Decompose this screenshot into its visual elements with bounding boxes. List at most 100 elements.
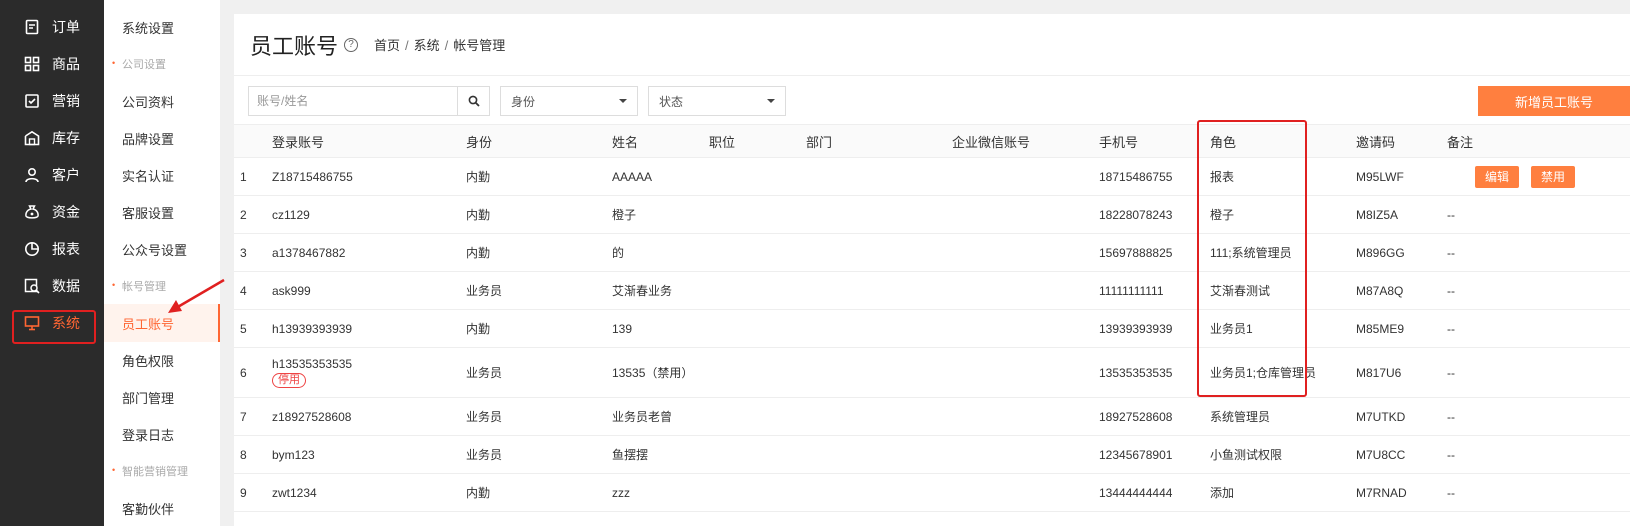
chevron-down-icon <box>619 99 627 103</box>
nav-item-label: 库存 <box>52 130 80 146</box>
nav-item-marketing[interactable]: 营销 <box>0 82 104 120</box>
cell-note: -- <box>1447 365 1455 380</box>
col-note: 备注 <box>1447 134 1474 150</box>
cell-name: 橙子 <box>612 208 637 222</box>
cell-role: 111;系统管理员 <box>1210 246 1292 260</box>
cell-account: h13535353535 停用 <box>272 348 352 397</box>
table-row: 5 h13939393939 内勤 139 13939393939 业务员1 M85ME9 -… <box>234 310 1630 348</box>
status-select[interactable]: 状态 <box>648 86 786 116</box>
col-invite: 邀请码 <box>1356 134 1396 150</box>
nav-item-customers[interactable]: 客户 <box>0 156 104 194</box>
cell-identity: 业务员 <box>466 366 503 380</box>
nav-item-system[interactable]: 系统 <box>0 304 104 342</box>
cell-account: h13939393939 <box>272 321 353 336</box>
nav-item-funds[interactable]: 资金 <box>0 193 104 231</box>
identity-select[interactable]: 身份 <box>500 86 638 116</box>
cell-invite: M95LWF <box>1356 169 1404 184</box>
cell-account: cz1129 <box>272 207 310 222</box>
disabled-tag: 停用 <box>272 373 306 388</box>
nav-item-data[interactable]: 数据 <box>0 267 104 305</box>
data-search-icon <box>24 278 40 294</box>
search-button[interactable] <box>457 87 489 115</box>
sub-item-login-log[interactable]: 登录日志 <box>104 415 220 453</box>
add-staff-button[interactable]: 新增员工账号 <box>1478 86 1630 116</box>
cell-phone: 11111111111 <box>1099 283 1164 298</box>
cell-invite: M8IZ5A <box>1356 207 1399 222</box>
cell-note: -- <box>1447 321 1455 336</box>
table-row: 4 ask999 业务员 艾渐春业务 11111111111 艾渐春测试 M87A8Q -- <box>234 272 1630 310</box>
search-input[interactable] <box>249 87 457 115</box>
table-row: 1 Z18715486755 内勤 AAAAA 18715486755 报表 M95LWF 编… <box>234 158 1630 196</box>
table-row: 2 cz1129 内勤 橙子 18228078243 橙子 M8IZ5A -- <box>234 196 1630 234</box>
cell-phone: 18228078243 <box>1099 207 1173 222</box>
cell-account: ask999 <box>272 283 311 298</box>
table-row: 7 z18927528608 业务员 业务员老曾 18927528608 系统管理员 M7U… <box>234 398 1630 436</box>
nav-item-label: 商品 <box>52 56 80 72</box>
cell-phone: 15697888825 <box>1099 245 1173 260</box>
sub-item-real-name[interactable]: 实名认证 <box>104 156 220 194</box>
cell-index: 2 <box>240 207 247 222</box>
cell-phone: 18927528608 <box>1099 409 1173 424</box>
breadcrumb-system[interactable]: 系统 <box>414 38 440 53</box>
sub-item-partner[interactable]: 客勤伙伴 <box>104 489 220 526</box>
sub-item-role-permission[interactable]: 角色权限 <box>104 341 220 379</box>
sub-item-brand-settings[interactable]: 品牌设置 <box>104 119 220 157</box>
breadcrumb-account-manage[interactable]: 帐号管理 <box>453 38 505 53</box>
nav-item-orders[interactable]: 订单 <box>0 8 104 46</box>
cell-name: 的 <box>612 246 625 260</box>
cell-identity: 内勤 <box>466 170 491 184</box>
cell-index: 3 <box>240 245 247 260</box>
cell-role: 业务员1;仓库管理员 <box>1210 366 1317 380</box>
disable-button[interactable]: 禁用 <box>1531 165 1575 188</box>
identity-select-label: 身份 <box>511 94 536 109</box>
user-icon <box>24 167 40 183</box>
page-header: 员工账号 ? 首页 / 系统 / 帐号管理 <box>234 14 1630 76</box>
col-position: 职位 <box>709 134 736 150</box>
nav-item-label: 系统 <box>52 315 80 331</box>
breadcrumb-home[interactable]: 首页 <box>374 38 400 53</box>
page-title: 员工账号 <box>250 33 339 59</box>
col-wechat: 企业微信账号 <box>952 134 1031 150</box>
cell-phone: 13535353535 <box>1099 365 1173 380</box>
cell-role: 系统管理员 <box>1210 410 1271 424</box>
col-account: 登录账号 <box>272 134 325 150</box>
chevron-down-icon <box>767 99 775 103</box>
nav-item-products[interactable]: 商品 <box>0 45 104 83</box>
nav-item-label: 资金 <box>52 204 80 220</box>
cell-invite: M87A8Q <box>1356 283 1404 298</box>
sub-item-company-info[interactable]: 公司资料 <box>104 82 220 120</box>
cell-invite: M896GG <box>1356 245 1405 260</box>
edit-button[interactable]: 编辑 <box>1475 165 1519 188</box>
nav-item-label: 订单 <box>52 19 80 35</box>
money-bag-icon <box>24 204 40 220</box>
sub-item-dept-manage[interactable]: 部门管理 <box>104 378 220 416</box>
warehouse-icon <box>24 130 40 146</box>
grid-icon <box>24 56 40 72</box>
app-root: 订单 商品 营销 库存 客户 资金 报表 数据 系统 系统设置 • 公司设置 公… <box>0 0 1630 526</box>
cell-identity: 内勤 <box>466 208 491 222</box>
cell-index: 1 <box>240 169 247 184</box>
cell-phone: 12345678901 <box>1099 447 1173 462</box>
sub-item-official-account[interactable]: 公众号设置 <box>104 230 220 268</box>
sub-item-staff-account[interactable]: 员工账号 <box>104 304 220 342</box>
cell-role: 添加 <box>1210 486 1235 500</box>
main-sidebar: 订单 商品 营销 库存 客户 资金 报表 数据 系统 <box>0 0 104 526</box>
cell-role: 小鱼测试权限 <box>1210 448 1283 462</box>
sub-item-system-settings[interactable]: 系统设置 <box>104 8 220 46</box>
cell-account: z18927528608 <box>272 409 352 424</box>
nav-item-inventory[interactable]: 库存 <box>0 119 104 157</box>
cell-invite: M7U8CC <box>1356 447 1406 462</box>
cell-note: -- <box>1447 207 1455 222</box>
sub-group-company: 公司设置 <box>104 52 220 76</box>
cell-note: -- <box>1447 485 1455 500</box>
breadcrumb: 首页 / 系统 / 帐号管理 <box>374 38 506 53</box>
help-icon[interactable]: ? <box>344 37 359 52</box>
staff-table: 登录账号 身份 姓名 职位 部门 企业微信账号 手机号 角色 邀请码 备注 1 Z… <box>234 124 1630 512</box>
table-row: 3 a1378467882 内勤 的 15697888825 111;系统管理员 M896G… <box>234 234 1630 272</box>
nav-item-reports[interactable]: 报表 <box>0 230 104 268</box>
main-content: 员工账号 ? 首页/系统/帐号管理 身份 状态 新增员工账号 <box>234 14 1630 526</box>
search-box <box>248 86 490 116</box>
sub-item-service-settings[interactable]: 客服设置 <box>104 193 220 231</box>
cell-name: 139 <box>612 321 633 336</box>
sub-group-smart-marketing: 智能营销管理 <box>104 459 220 483</box>
